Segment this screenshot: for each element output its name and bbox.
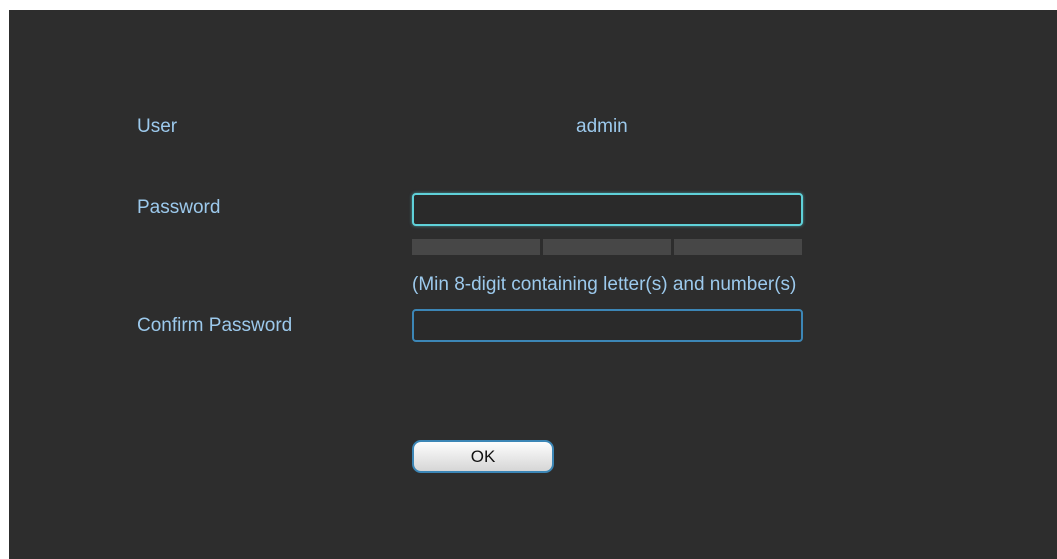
strength-segment <box>412 239 540 255</box>
password-hint: (Min 8-digit containing letter(s) and nu… <box>412 274 797 295</box>
strength-segment <box>674 239 802 255</box>
ok-button[interactable]: OK <box>412 440 554 473</box>
confirm-password-input[interactable] <box>414 311 801 340</box>
confirm-password-label: Confirm Password <box>137 315 293 336</box>
password-field[interactable] <box>412 193 803 226</box>
user-value: admin <box>576 116 628 137</box>
strength-segment <box>543 239 671 255</box>
password-dialog: User admin Password (Min 8-digit contain… <box>9 10 1057 559</box>
password-label: Password <box>137 197 221 218</box>
password-input[interactable] <box>414 195 801 224</box>
confirm-password-field[interactable] <box>412 309 803 342</box>
password-strength-meter <box>412 239 802 255</box>
user-label: User <box>137 116 178 137</box>
